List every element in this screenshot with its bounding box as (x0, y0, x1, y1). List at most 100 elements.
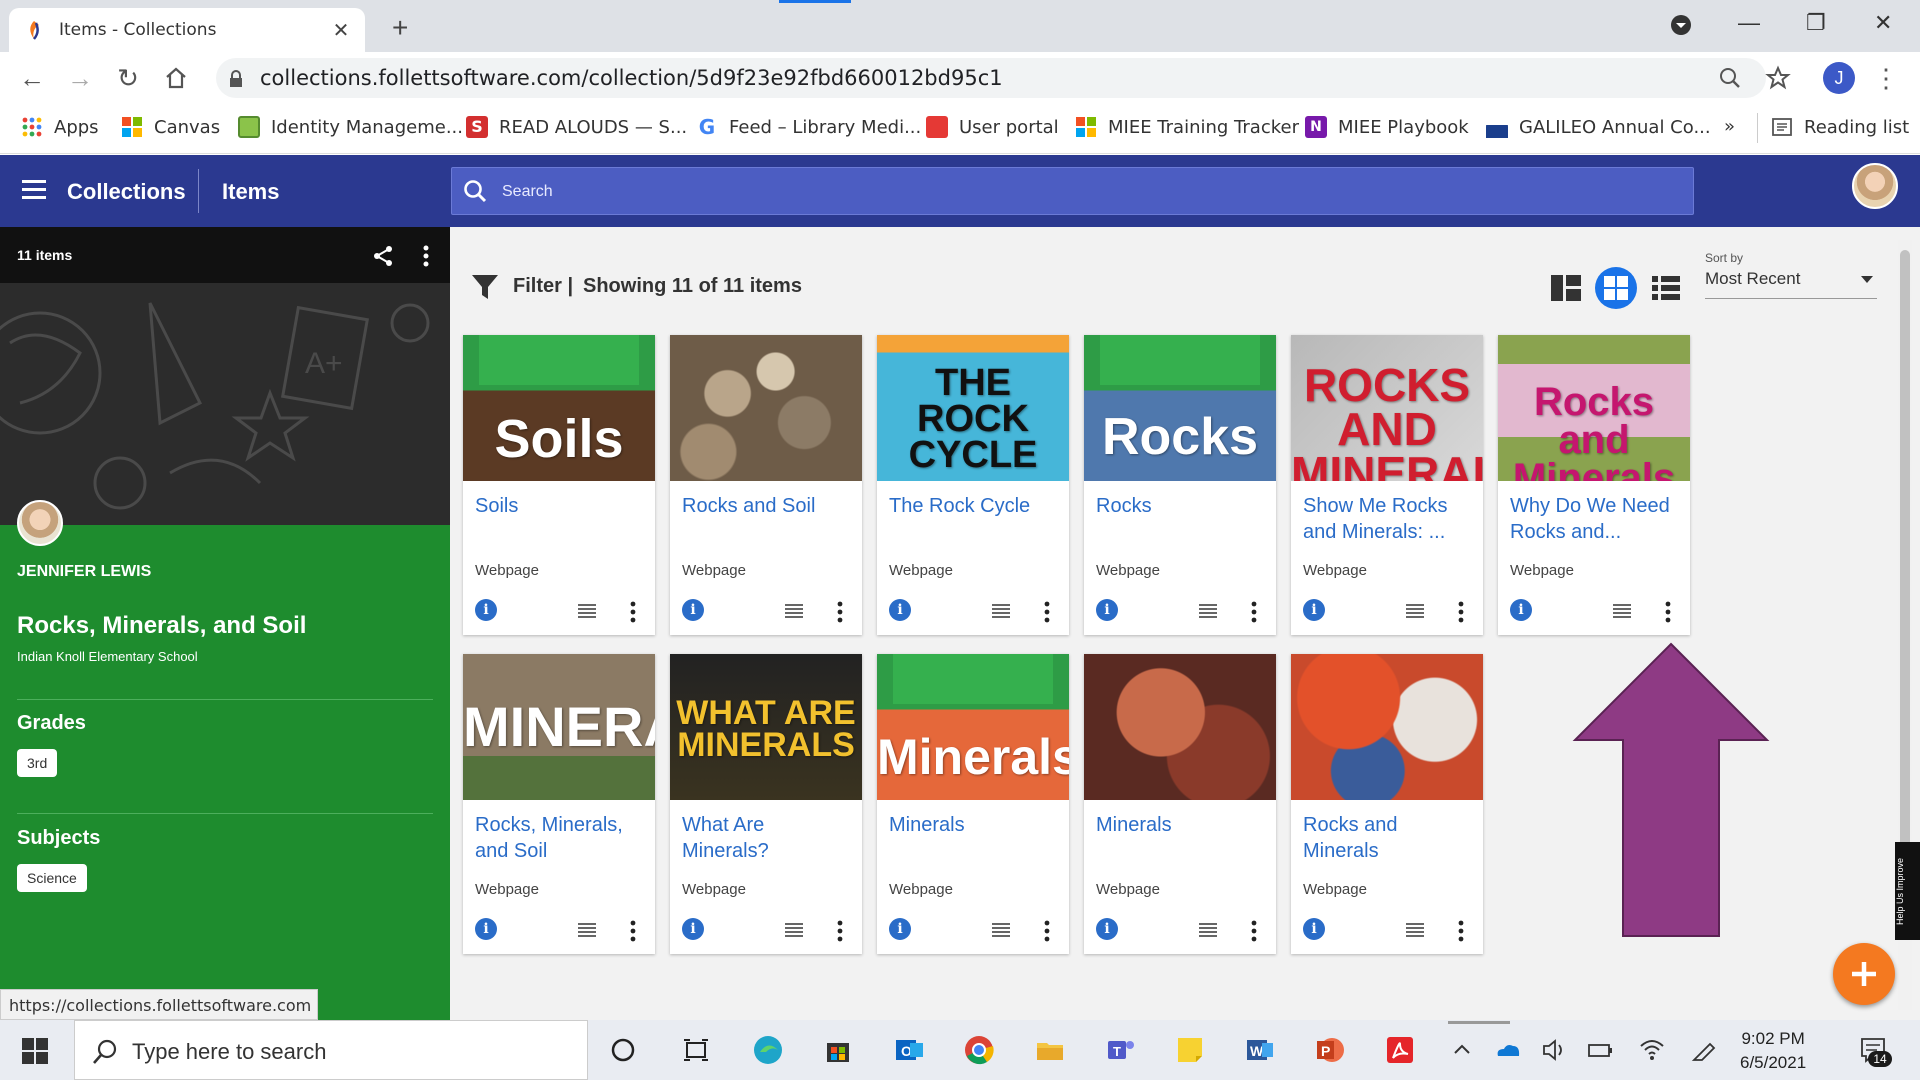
bookmark-miee-playbook[interactable]: N MIEE Playbook (1305, 116, 1469, 138)
bookmark-user-portal[interactable]: User portal (926, 116, 1059, 138)
details-list-icon[interactable] (1405, 922, 1425, 938)
item-title[interactable]: What Are Minerals? (682, 812, 854, 864)
item-thumbnail[interactable]: ROCKS AND MINERALS (1291, 335, 1483, 481)
search-bar[interactable] (451, 167, 1694, 215)
info-icon[interactable]: i (475, 599, 497, 621)
cortana-icon[interactable] (607, 1034, 639, 1066)
info-icon[interactable]: i (1303, 599, 1325, 621)
item-card[interactable]: Soils Soils Webpage i (463, 335, 655, 635)
user-avatar[interactable] (1852, 163, 1898, 209)
scrollbar-thumb[interactable] (1900, 250, 1910, 850)
share-icon[interactable] (372, 245, 394, 267)
bookmark-star-icon[interactable] (1765, 65, 1791, 91)
new-tab-icon[interactable]: + (392, 12, 408, 44)
forward-icon[interactable]: → (66, 64, 94, 92)
bookmark-apps[interactable]: Apps (21, 116, 99, 138)
item-title[interactable]: Rocks (1096, 493, 1268, 519)
bookmark-miee-tracker[interactable]: MIEE Training Tracker (1075, 116, 1299, 138)
grade-chip[interactable]: 3rd (17, 749, 58, 777)
more-options-icon[interactable] (1250, 920, 1258, 942)
filter-icon[interactable] (470, 272, 500, 302)
profile-menu-icon[interactable] (1670, 14, 1692, 36)
item-thumbnail[interactable]: THE ROCK CYCLE (877, 335, 1069, 481)
info-icon[interactable]: i (1510, 599, 1532, 621)
item-thumbnail[interactable]: WHAT ARE MINERALS (670, 654, 862, 800)
battery-icon[interactable] (1584, 1034, 1616, 1066)
details-list-icon[interactable] (991, 603, 1011, 619)
file-explorer-icon[interactable] (1034, 1034, 1066, 1066)
restore-icon[interactable]: ❐ (1806, 10, 1826, 36)
more-options-icon[interactable] (836, 601, 844, 623)
item-card[interactable]: Minerals Minerals Webpage i (877, 654, 1069, 954)
sticky-notes-icon[interactable] (1174, 1034, 1206, 1066)
more-options-icon[interactable] (836, 920, 844, 942)
view-grid-button[interactable] (1595, 267, 1637, 309)
outlook-icon[interactable]: O (893, 1034, 925, 1066)
item-title[interactable]: The Rock Cycle (889, 493, 1061, 519)
item-thumbnail[interactable] (1291, 654, 1483, 800)
details-list-icon[interactable] (1198, 603, 1218, 619)
profile-avatar-icon[interactable]: J (1823, 62, 1855, 94)
url-text[interactable]: collections.follettsoftware.com/collecti… (260, 66, 1003, 90)
close-tab-icon[interactable]: ✕ (331, 18, 351, 43)
browser-menu-icon[interactable]: ⋮ (1872, 64, 1900, 92)
store-icon[interactable] (822, 1034, 854, 1066)
item-card[interactable]: MINERAL and Rocks, Minerals, and Soil Webp… (463, 654, 655, 954)
info-icon[interactable]: i (889, 599, 911, 621)
view-masonry-button[interactable] (1545, 267, 1587, 309)
more-options-icon[interactable] (1457, 601, 1465, 623)
system-clock[interactable]: 9:02 PM 6/5/2021 (1740, 1027, 1806, 1075)
details-list-icon[interactable] (1198, 922, 1218, 938)
item-title[interactable]: Soils (475, 493, 647, 519)
wifi-icon[interactable] (1636, 1034, 1668, 1066)
item-card[interactable]: WHAT ARE MINERALS What Are Minerals? Webpa… (670, 654, 862, 954)
item-card[interactable]: Minerals Webpage i (1084, 654, 1276, 954)
info-icon[interactable]: i (1096, 918, 1118, 940)
info-icon[interactable]: i (475, 918, 497, 940)
item-title[interactable]: Rocks, Minerals, and Soil (475, 812, 647, 864)
more-options-icon[interactable] (629, 920, 637, 942)
info-icon[interactable]: i (682, 599, 704, 621)
more-options-icon[interactable] (1043, 920, 1051, 942)
volume-icon[interactable] (1538, 1034, 1570, 1066)
bookmark-identity[interactable]: Identity Manageme... (238, 116, 463, 138)
bookmark-galileo[interactable]: GALILEO Annual Co... (1486, 116, 1711, 138)
details-list-icon[interactable] (577, 603, 597, 619)
item-thumbnail[interactable]: Minerals (877, 654, 1069, 800)
info-icon[interactable]: i (1096, 599, 1118, 621)
item-card[interactable]: Rocks and Minerals Why Do We Need Rocks a… (1498, 335, 1690, 635)
info-icon[interactable]: i (682, 918, 704, 940)
item-title[interactable]: Why Do We Need Rocks and... (1510, 493, 1682, 545)
home-icon[interactable] (163, 65, 189, 91)
item-card[interactable]: Rocks Rocks Webpage i (1084, 335, 1276, 635)
view-list-button[interactable] (1645, 267, 1687, 309)
details-list-icon[interactable] (784, 922, 804, 938)
more-options-icon[interactable] (1457, 920, 1465, 942)
item-card[interactable]: Rocks and Soil Webpage i (670, 335, 862, 635)
minimize-icon[interactable]: — (1738, 10, 1760, 36)
show-hidden-icons-icon[interactable] (1446, 1034, 1478, 1066)
more-options-icon[interactable] (1664, 601, 1672, 623)
acrobat-icon[interactable] (1384, 1034, 1416, 1066)
add-item-button[interactable] (1833, 943, 1895, 1005)
more-options-icon[interactable] (1043, 601, 1051, 623)
reload-icon[interactable]: ↻ (114, 64, 142, 92)
item-thumbnail[interactable] (670, 335, 862, 481)
close-window-icon[interactable]: ✕ (1874, 10, 1892, 36)
chrome-icon[interactable] (963, 1034, 995, 1066)
item-title[interactable]: Minerals (889, 812, 1061, 838)
filter-button[interactable]: Filter | (513, 275, 573, 298)
nav-items[interactable]: Items (222, 179, 279, 205)
subject-chip[interactable]: Science (17, 864, 87, 892)
details-list-icon[interactable] (991, 922, 1011, 938)
item-thumbnail[interactable]: MINERAL and (463, 654, 655, 800)
item-card[interactable]: Rocks and Minerals Webpage i (1291, 654, 1483, 954)
sort-select[interactable]: Most Recent (1705, 269, 1877, 299)
item-card[interactable]: THE ROCK CYCLE The Rock Cycle Webpage i (877, 335, 1069, 635)
more-options-icon[interactable] (422, 245, 430, 267)
powerpoint-icon[interactable]: P (1314, 1034, 1346, 1066)
details-list-icon[interactable] (784, 603, 804, 619)
item-thumbnail[interactable]: Rocks (1084, 335, 1276, 481)
more-options-icon[interactable] (629, 601, 637, 623)
bookmarks-overflow-icon[interactable]: » (1724, 116, 1735, 137)
